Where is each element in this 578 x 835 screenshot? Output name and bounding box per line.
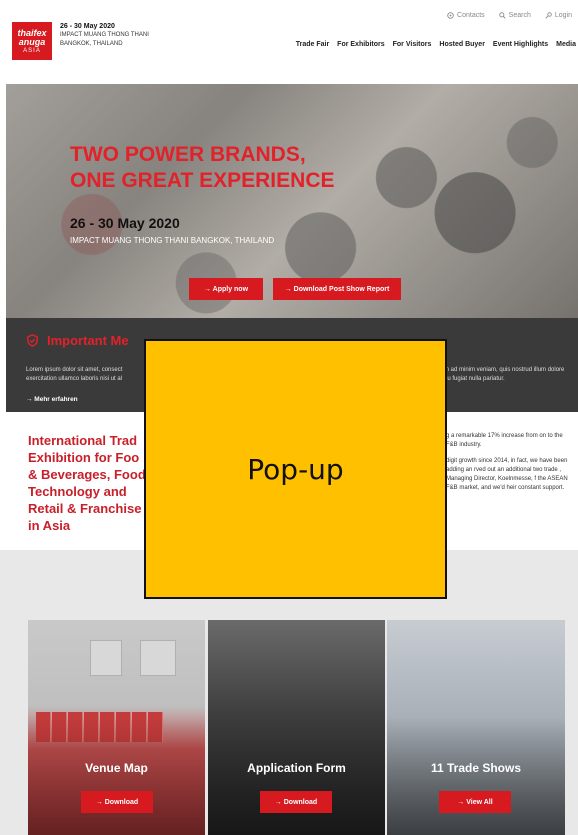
message-title-text: Important Me xyxy=(47,333,129,348)
thaifex-logo[interactable]: thaifex anuga ASIA xyxy=(12,22,52,60)
venue-map-download-button[interactable]: → Download xyxy=(81,791,153,813)
event-info: 26 - 30 May 2020 IMPACT MUANG THONG THAN… xyxy=(60,22,149,49)
application-form-card[interactable]: Application Form → Download xyxy=(208,620,385,835)
site-header: thaifex anuga ASIA 26 - 30 May 2020 IMPA… xyxy=(0,0,578,82)
key-icon xyxy=(545,12,552,19)
application-form-download-button[interactable]: → Download xyxy=(260,791,332,813)
hero-title-line2: ONE GREAT EXPERIENCE xyxy=(70,169,335,192)
message-title: Important Me xyxy=(26,333,129,348)
hero-venue: IMPACT MUANG THONG THANI BANGKOK, THAILA… xyxy=(70,236,275,245)
hero-title: TWO POWER BRANDS, ONE GREAT EXPERIENCE xyxy=(70,142,335,194)
intro-title: International Trad Exhibition for Foo & … xyxy=(28,433,146,533)
nav-for-exhibitors[interactable]: For Exhibitors xyxy=(337,41,384,48)
event-date: 26 - 30 May 2020 xyxy=(60,23,115,30)
application-form-title: Application Form xyxy=(247,761,346,775)
trade-shows-title: 11 Trade Shows xyxy=(430,761,522,775)
utility-bar: Contacts Search Login xyxy=(447,12,572,19)
hero-banner: TWO POWER BRANDS, ONE GREAT EXPERIENCE 2… xyxy=(6,84,578,318)
login-link[interactable]: Login xyxy=(545,12,572,19)
main-nav: Trade Fair For Exhibitors For Visitors H… xyxy=(296,41,576,48)
contacts-icon xyxy=(447,12,454,19)
venue-map-card[interactable]: Venue Map → Download xyxy=(28,620,205,835)
nav-hosted-buyer[interactable]: Hosted Buyer xyxy=(439,41,485,48)
view-all-button[interactable]: → View All xyxy=(439,791,511,813)
nav-event-highlights[interactable]: Event Highlights xyxy=(493,41,548,48)
nav-media[interactable]: Media xyxy=(556,41,576,48)
search-icon xyxy=(498,12,506,19)
event-venue-line2: BANGKOK, THAILAND xyxy=(60,41,123,47)
intro-paragraph-2: digit growth since 2014, in fact, we hav… xyxy=(446,458,568,491)
popup-label: Pop-up xyxy=(247,452,344,486)
login-label: Login xyxy=(554,12,572,19)
nav-for-visitors[interactable]: For Visitors xyxy=(393,41,432,48)
contacts-label: Contacts xyxy=(457,12,485,19)
hero-date: 26 - 30 May 2020 xyxy=(70,215,180,231)
trade-shows-card[interactable]: 11 Trade Shows → View All xyxy=(387,620,565,835)
message-text-left: Lorem ipsum dolor sit amet, consect exer… xyxy=(26,367,123,382)
intro-paragraph-1: g a remarkable 17% increase from on to t… xyxy=(446,433,563,448)
message-text-right: m ad minim veniam, quis nostrud illum do… xyxy=(444,367,565,382)
apply-now-button[interactable]: → Apply now xyxy=(189,278,263,300)
event-venue-line1: IMPACT MUANG THONG THANI xyxy=(60,32,149,38)
intro-text: g a remarkable 17% increase from on to t… xyxy=(446,432,572,500)
contacts-link[interactable]: Contacts xyxy=(447,12,485,19)
shield-icon xyxy=(27,334,38,347)
nav-trade-fair[interactable]: Trade Fair xyxy=(296,41,329,48)
hero-title-line1: TWO POWER BRANDS, xyxy=(70,143,306,166)
more-info-link[interactable]: → Mehr erfahren xyxy=(26,396,78,403)
search-link[interactable]: Search xyxy=(498,12,531,19)
venue-map-title: Venue Map xyxy=(85,761,148,775)
download-report-button[interactable]: → Download Post Show Report xyxy=(273,278,401,300)
logo-line2: anuga xyxy=(18,36,46,47)
popup-dialog[interactable]: Pop-up xyxy=(144,339,447,599)
logo-line3: ASIA xyxy=(23,47,41,54)
search-label: Search xyxy=(508,12,531,19)
